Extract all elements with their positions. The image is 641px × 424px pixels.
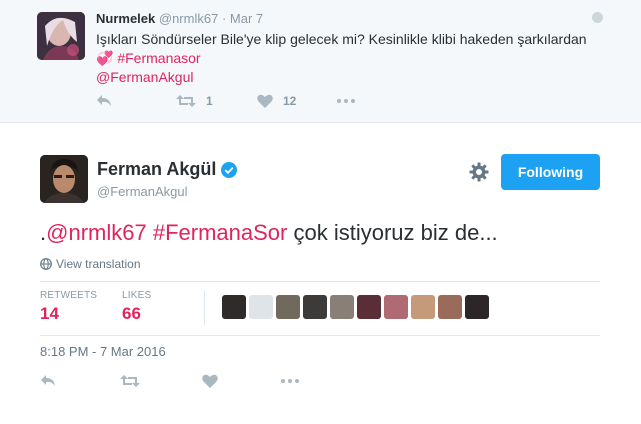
liker-avatar[interactable] xyxy=(330,295,354,319)
liker-avatar[interactable] xyxy=(303,295,327,319)
likes-stat[interactable]: LIKES 66 xyxy=(122,290,151,324)
view-translation-label: View translation xyxy=(56,257,141,271)
liker-avatar[interactable] xyxy=(357,295,381,319)
tweet-timestamp[interactable]: 8:18 PM - 7 Mar 2016 xyxy=(40,344,166,359)
likes-label: LIKES xyxy=(122,290,152,301)
retweet-button[interactable] xyxy=(120,374,140,388)
tweet-stats: RETWEETS 14 LIKES 66 xyxy=(40,281,600,336)
tweet-text: .@nrmlk67 #FermanaSor çok istiyoruz biz … xyxy=(40,219,498,247)
verified-badge-icon xyxy=(221,161,238,178)
reply-icon xyxy=(41,375,55,386)
gear-icon[interactable] xyxy=(469,162,489,182)
tweet-text-line: Işıkları Söndürseler Bile'ye klip gelece… xyxy=(96,31,587,47)
tweet-text-line: 💞 #Fermanasor xyxy=(96,49,616,68)
more-icon xyxy=(281,379,299,383)
retweets-stat[interactable]: RETWEETS 14 xyxy=(40,290,97,324)
liker-avatar[interactable] xyxy=(411,295,435,319)
heart-icon xyxy=(257,94,273,108)
liker-avatar[interactable] xyxy=(222,295,246,319)
stats-divider xyxy=(204,290,205,326)
like-button[interactable] xyxy=(202,374,218,388)
globe-icon xyxy=(592,12,603,23)
tweet-date[interactable]: Mar 7 xyxy=(230,11,263,26)
tweet-text-rest: çok istiyoruz biz de... xyxy=(293,220,498,245)
retweet-count: 1 xyxy=(206,94,213,108)
liker-avatar[interactable] xyxy=(438,295,462,319)
mention-link[interactable]: @nrmlk67 xyxy=(46,220,147,245)
hashtag-link[interactable]: #FermanaSor xyxy=(153,220,288,245)
separator: · xyxy=(221,11,227,26)
more-button[interactable] xyxy=(281,379,299,383)
view-translation-link[interactable]: View translation xyxy=(40,257,141,271)
author-handle[interactable]: @nrmlk67 xyxy=(159,11,218,26)
reply-icon xyxy=(97,95,111,106)
like-button[interactable]: 12 xyxy=(257,94,296,108)
tweet-text: Işıkları Söndürseler Bile'ye klip gelece… xyxy=(96,30,616,87)
parent-tweet[interactable]: Nurmelek @nrmlk67 · Mar 7 Işıkları Söndü… xyxy=(0,0,641,123)
author-handle[interactable]: @FermanAkgul xyxy=(97,184,188,199)
retweet-icon xyxy=(176,95,196,107)
likes-value: 66 xyxy=(122,304,141,323)
avatar[interactable] xyxy=(40,155,88,203)
mention-link[interactable]: @FermanAkgul xyxy=(96,68,616,87)
liker-avatar[interactable] xyxy=(384,295,408,319)
like-count: 12 xyxy=(283,94,297,108)
author-name[interactable]: Nurmelek xyxy=(96,11,155,26)
liker-avatar[interactable] xyxy=(249,295,273,319)
tweet-actions xyxy=(40,374,340,394)
liker-avatar[interactable] xyxy=(276,295,300,319)
reply-button[interactable] xyxy=(96,94,112,108)
tweet-actions: 1 12 xyxy=(96,94,396,114)
following-button[interactable]: Following xyxy=(501,154,600,190)
emoji: 💞 xyxy=(96,50,114,66)
retweets-value: 14 xyxy=(40,304,59,323)
retweet-icon xyxy=(120,375,140,387)
more-icon xyxy=(337,99,355,103)
author-name-row[interactable]: Ferman Akgül xyxy=(97,159,238,180)
tweet-header: Nurmelek @nrmlk67 · Mar 7 xyxy=(96,11,263,26)
author-name[interactable]: Ferman Akgül xyxy=(97,159,216,180)
retweets-label: RETWEETS xyxy=(40,290,98,301)
retweet-button[interactable]: 1 xyxy=(176,94,213,108)
avatar[interactable] xyxy=(37,12,85,60)
hashtag-link[interactable]: #Fermanasor xyxy=(117,50,200,66)
heart-icon xyxy=(202,374,218,388)
more-button[interactable] xyxy=(337,99,355,103)
reply-button[interactable] xyxy=(40,374,56,388)
globe-icon xyxy=(40,258,52,270)
liker-avatar[interactable] xyxy=(465,295,489,319)
